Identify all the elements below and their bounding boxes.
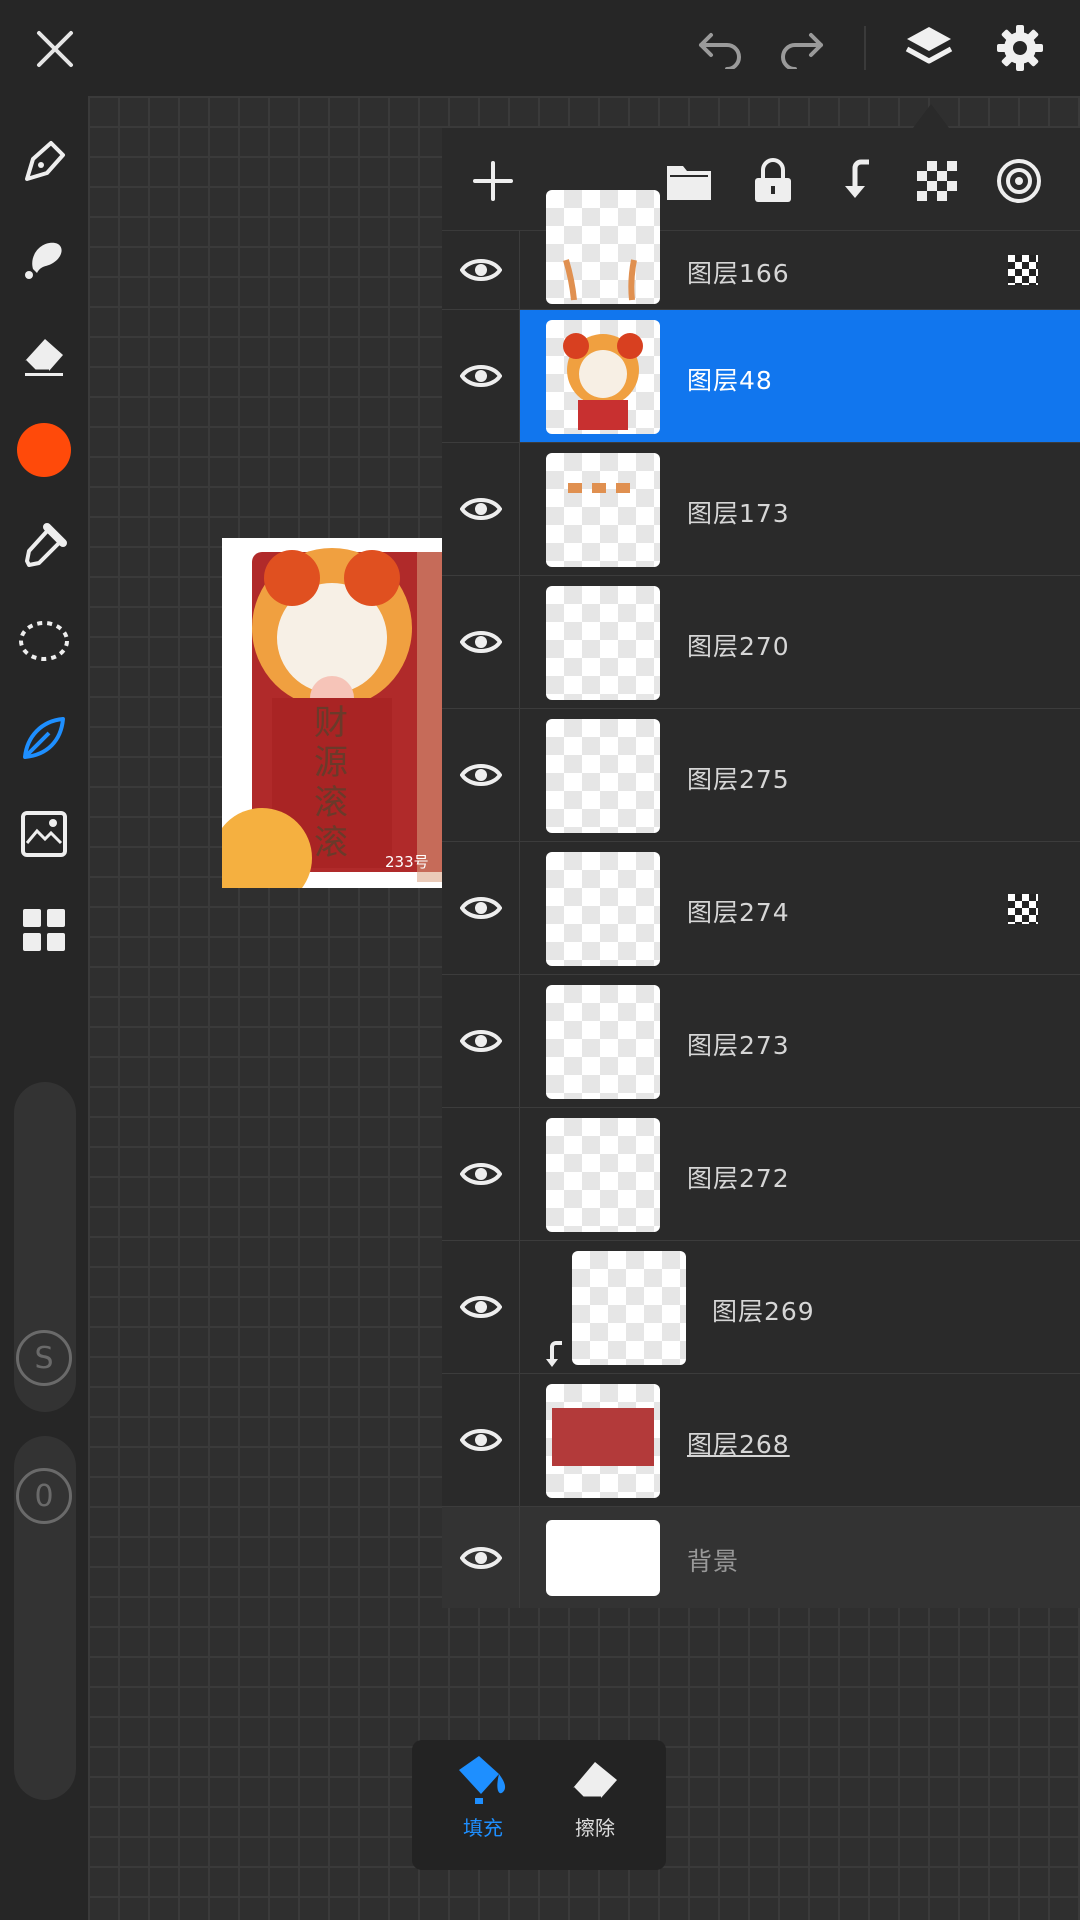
layer-row[interactable]: 图层48 — [442, 310, 1080, 443]
layer-row[interactable]: 图层272 — [442, 1108, 1080, 1241]
pen-icon[interactable] — [14, 132, 74, 192]
artwork-char: 源 — [314, 743, 348, 783]
visibility-eye-icon[interactable] — [442, 1507, 520, 1608]
left-toolbar: S 0 — [0, 96, 88, 1920]
layer-name: 图层273 — [687, 1031, 790, 1060]
gear-icon[interactable] — [990, 20, 1050, 76]
layer-thumbnail — [546, 453, 660, 567]
layer-row[interactable]: 图层270 — [442, 576, 1080, 709]
layer-thumbnail — [572, 1251, 686, 1365]
layer-thumbnail — [546, 719, 660, 833]
image-import-icon[interactable] — [14, 804, 74, 864]
layer-name: 图层275 — [687, 765, 790, 794]
layer-row[interactable]: 图层275 — [442, 709, 1080, 842]
layer-name: 图层270 — [687, 632, 790, 661]
lock-icon[interactable] — [748, 156, 798, 206]
opacity-slider-label: 0 — [34, 1478, 54, 1514]
layer-name: 背景 — [687, 1547, 740, 1576]
erase-label: 擦除 — [575, 1816, 615, 1840]
artwork-char: 财 — [314, 703, 348, 743]
layer-name: 图层269 — [712, 1297, 815, 1326]
visibility-eye-icon[interactable] — [442, 443, 520, 575]
layer-row[interactable]: 图层173 — [442, 443, 1080, 576]
visibility-eye-icon[interactable] — [442, 1108, 520, 1240]
layer-thumbnail — [546, 1520, 660, 1596]
layer-thumbnail — [546, 985, 660, 1099]
layer-thumbnail — [546, 190, 660, 304]
layer-name: 图层274 — [687, 898, 790, 927]
layer-name: 图层48 — [687, 366, 773, 395]
close-icon[interactable] — [26, 24, 84, 74]
visibility-eye-icon[interactable] — [442, 576, 520, 708]
panel-pointer — [913, 104, 949, 128]
layer-row[interactable]: 图层166 — [442, 190, 1080, 310]
layer-thumbnail — [546, 1118, 660, 1232]
undo-icon[interactable] — [690, 24, 750, 74]
layer-name: 图层272 — [687, 1164, 790, 1193]
fill-erase-palette: 填充 擦除 — [412, 1740, 666, 1870]
artwork-char: 滚 — [314, 783, 348, 823]
layers-panel: 图层166 图层48 图层173 图层270 图层275 图层274 图层273 图层272 图… — [442, 128, 1080, 1608]
clip-icon[interactable] — [830, 156, 880, 206]
artwork-char: 滚 — [314, 823, 348, 863]
layer-thumbnail — [546, 320, 660, 434]
layers-panel-toolbar — [442, 128, 1080, 231]
alpha-lock-indicator-icon — [1008, 255, 1038, 285]
layer-row[interactable]: 图层269 — [442, 1241, 1080, 1374]
layer-name: 图层173 — [687, 499, 790, 528]
layer-thumbnail — [546, 852, 660, 966]
visibility-eye-icon[interactable] — [442, 975, 520, 1107]
size-slider-label: S — [34, 1340, 54, 1376]
smudge-brush-icon[interactable] — [14, 228, 74, 288]
visibility-eye-icon[interactable] — [442, 310, 520, 442]
eyedropper-icon[interactable] — [14, 516, 74, 576]
folder-icon[interactable] — [664, 156, 714, 206]
toolbar-divider — [864, 26, 866, 70]
opacity-slider-knob[interactable]: 0 — [16, 1468, 72, 1524]
visibility-eye-icon[interactable] — [442, 842, 520, 974]
layer-row[interactable]: 图层268 — [442, 1374, 1080, 1507]
layer-name: 图层166 — [687, 259, 790, 288]
layer-row[interactable]: 背景 — [442, 1507, 1080, 1608]
visibility-eye-icon[interactable] — [442, 709, 520, 841]
redo-icon[interactable] — [772, 24, 832, 74]
fill-button[interactable]: 填充 — [428, 1752, 538, 1862]
paint-bucket-icon — [459, 1756, 506, 1804]
layer-thumbnail — [546, 1384, 660, 1498]
clip-indicator-icon — [542, 1339, 566, 1375]
visibility-eye-icon[interactable] — [442, 1241, 520, 1373]
layer-thumbnail — [546, 586, 660, 700]
eraser-icon — [571, 1762, 617, 1800]
alpha-lock-icon[interactable] — [912, 156, 962, 206]
color-swatch[interactable] — [14, 420, 74, 480]
artwork-tag: 233号 — [385, 853, 429, 871]
erase-button[interactable]: 擦除 — [540, 1752, 650, 1862]
layer-name: 图层268 — [687, 1430, 790, 1459]
visibility-eye-icon[interactable] — [442, 1374, 520, 1506]
lasso-icon[interactable] — [14, 612, 74, 672]
visibility-eye-icon[interactable] — [442, 230, 520, 309]
fill-label: 填充 — [463, 1816, 503, 1840]
target-icon[interactable] — [994, 156, 1044, 206]
layers-icon[interactable] — [900, 20, 958, 76]
grid-menu-icon[interactable] — [14, 900, 74, 960]
alpha-lock-indicator-icon — [1008, 894, 1038, 924]
leaf-brush-icon[interactable] — [14, 708, 74, 768]
eraser-icon[interactable] — [14, 324, 74, 384]
layer-row[interactable]: 图层273 — [442, 975, 1080, 1108]
add-layer-icon[interactable] — [468, 156, 518, 206]
top-bar — [0, 0, 1080, 96]
layer-row[interactable]: 图层274 — [442, 842, 1080, 975]
size-slider-knob[interactable]: S — [16, 1330, 72, 1386]
